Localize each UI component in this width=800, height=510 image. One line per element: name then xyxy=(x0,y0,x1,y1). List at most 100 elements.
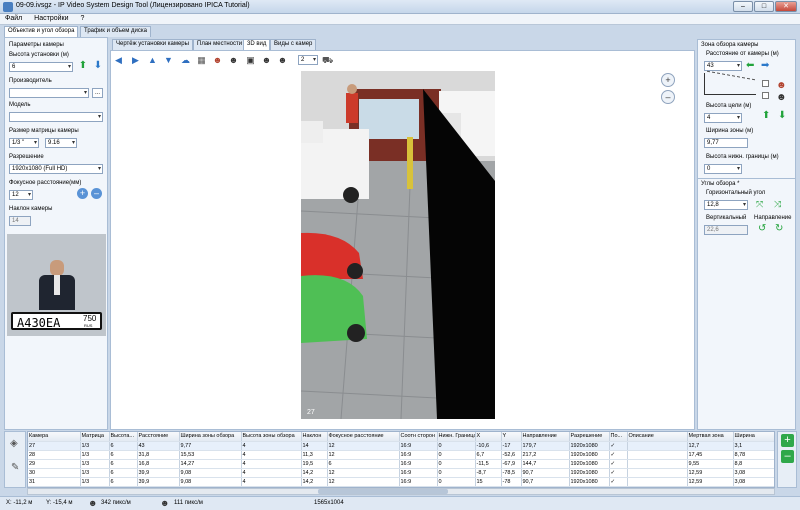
browse-button[interactable]: ... xyxy=(92,88,103,98)
3d-viewport[interactable]: 27 xyxy=(301,71,495,419)
col-x[interactable]: X xyxy=(475,432,502,442)
table-cell[interactable]: 8,8 xyxy=(733,459,774,469)
table-cell[interactable]: 3,08 xyxy=(733,468,774,478)
table-cell[interactable]: 11,3 xyxy=(301,450,328,460)
tab-site-plan[interactable]: План местности xyxy=(193,39,247,50)
zoom-out-icon[interactable]: – xyxy=(661,90,675,104)
table-cell[interactable]: 90,7 xyxy=(521,468,570,478)
table-cell[interactable]: 12,7 xyxy=(687,441,734,451)
tab-traffic[interactable]: Трафик и объем диска xyxy=(80,26,151,37)
table-cell[interactable]: -8,7 xyxy=(475,468,502,478)
arrow-left-icon[interactable]: ⬅ xyxy=(746,60,754,71)
table-cell[interactable]: 6 xyxy=(109,477,138,487)
install-height-select[interactable]: 6 xyxy=(9,62,73,72)
tab-installation-drawing[interactable]: Чертёж установки камеры xyxy=(112,39,193,50)
table-cell[interactable]: 144,7 xyxy=(521,459,570,469)
sensor-select[interactable]: 1/3 " xyxy=(9,138,39,148)
lower-bound-select[interactable]: 0 xyxy=(704,164,742,174)
table-cell[interactable]: 28 xyxy=(28,450,81,460)
table-cell[interactable]: ✓ xyxy=(609,441,628,451)
maximize-button[interactable]: □ xyxy=(754,1,774,12)
horizontal-select[interactable]: 12,8 xyxy=(704,200,748,210)
col-camera[interactable]: Камера xyxy=(28,432,81,442)
table-cell[interactable]: 12 xyxy=(327,450,400,460)
table-cell[interactable]: 1/3 xyxy=(80,450,110,460)
table-cell[interactable]: 16:9 xyxy=(399,450,438,460)
camera-tool-icon[interactable]: ◈ xyxy=(10,438,18,449)
zoom-in-icon[interactable]: + xyxy=(77,188,88,199)
table-cell[interactable]: 16:9 xyxy=(399,459,438,469)
table-cell[interactable] xyxy=(627,441,688,451)
table-cell[interactable]: 17,45 xyxy=(687,450,734,460)
camera-view-icon[interactable]: ▣ xyxy=(245,55,256,66)
table-cell[interactable]: 14,2 xyxy=(301,477,328,487)
table-cell[interactable]: 43 xyxy=(137,441,180,451)
table-cell[interactable]: 31,8 xyxy=(137,450,180,460)
table-cell[interactable]: 6 xyxy=(109,441,138,451)
table-cell[interactable]: 1/3 xyxy=(80,441,110,451)
table-cell[interactable]: 12 xyxy=(327,477,400,487)
table-cell[interactable] xyxy=(627,468,688,478)
table-cell[interactable]: 6 xyxy=(327,459,400,469)
col-width[interactable]: Ширина xyxy=(733,432,774,442)
table-row[interactable]: 27 1/3 6 43 9,77 4 14 12 16:9 0 -10,6 -17 179,7 1920x… xyxy=(28,441,774,451)
arrow-right-icon[interactable]: ➡ xyxy=(761,60,769,71)
table-cell[interactable]: 14 xyxy=(301,441,328,451)
table-cell[interactable]: 1920x1080 xyxy=(569,468,610,478)
table-cell[interactable]: 1/3 xyxy=(80,459,110,469)
table-cell[interactable]: 4 xyxy=(241,459,302,469)
col-focal[interactable]: Фокусное расстояние xyxy=(327,432,400,442)
table-cell[interactable]: -17 xyxy=(501,441,522,451)
zone-width-field[interactable]: 9,77 xyxy=(704,138,748,148)
menu-settings[interactable]: Настройки xyxy=(29,14,73,23)
table-cell[interactable]: 6 xyxy=(109,459,138,469)
zoom-out-icon[interactable]: – xyxy=(91,188,102,199)
table-cell[interactable]: ✓ xyxy=(609,450,628,460)
table-cell[interactable]: -78 xyxy=(501,477,522,487)
table-cell[interactable]: 9,77 xyxy=(179,441,242,451)
scrollbar-thumb[interactable] xyxy=(318,489,448,494)
table-cell[interactable]: 3,08 xyxy=(733,477,774,487)
table-cell[interactable] xyxy=(627,459,688,469)
table-cell[interactable]: 4 xyxy=(241,450,302,460)
horizontal-scrollbar[interactable] xyxy=(27,488,775,495)
table-cell[interactable]: -52,6 xyxy=(501,450,522,460)
arrow-right-icon[interactable]: ▶ xyxy=(130,55,141,66)
tab-camera-views[interactable]: Виды с камер xyxy=(270,39,317,50)
table-cell[interactable]: 12 xyxy=(327,441,400,451)
table-cell[interactable]: 30 xyxy=(28,468,81,478)
table-cell[interactable]: 15 xyxy=(475,477,502,487)
person-icon[interactable]: ☻ xyxy=(212,55,223,66)
table-cell[interactable]: 14,27 xyxy=(179,459,242,469)
table-cell[interactable]: 0 xyxy=(437,450,476,460)
table-cell[interactable]: 29 xyxy=(28,459,81,469)
grid-icon[interactable]: ▦ xyxy=(196,55,207,66)
menu-file[interactable]: Файл xyxy=(0,14,27,23)
table-cell[interactable]: 39,9 xyxy=(137,477,180,487)
table-cell[interactable]: -78,5 xyxy=(501,468,522,478)
table-cell[interactable]: 1920x1080 xyxy=(569,477,610,487)
table-cell[interactable]: 9,55 xyxy=(687,459,734,469)
table-cell[interactable]: 9,08 xyxy=(179,468,242,478)
manufacturer-select[interactable] xyxy=(9,88,89,98)
table-row[interactable]: 30 1/3 6 39,9 9,08 4 14,2 12 16:9 0 -8,7 -78,5 90,7 1… xyxy=(28,468,774,478)
col-resolution[interactable]: Разрешение xyxy=(569,432,610,442)
rotate-right-icon[interactable]: ↻ xyxy=(775,223,783,234)
table-cell[interactable]: 9,08 xyxy=(179,477,242,487)
col-aspect[interactable]: Соотн сторон xyxy=(399,432,438,442)
checkbox-1[interactable] xyxy=(762,80,769,87)
add-row-icon[interactable]: + xyxy=(781,434,794,447)
pen-tool-icon[interactable]: ✎ xyxy=(11,462,19,473)
col-height[interactable]: Высота... xyxy=(109,432,138,442)
table-cell[interactable]: 14,2 xyxy=(301,468,328,478)
col-zone-height[interactable]: Высота зоны обзора xyxy=(241,432,302,442)
expand-h-icon[interactable]: ⤧ xyxy=(756,199,763,210)
table-cell[interactable]: 1920x1080 xyxy=(569,459,610,469)
table-cell[interactable]: 31 xyxy=(28,477,81,487)
table-cell[interactable]: 16:9 xyxy=(399,468,438,478)
table-cell[interactable]: 12 xyxy=(327,468,400,478)
arrow-down-icon[interactable]: ⬇ xyxy=(778,110,786,121)
table-cell[interactable]: 15,53 xyxy=(179,450,242,460)
table-cell[interactable]: 16:9 xyxy=(399,477,438,487)
table-cell[interactable]: 0 xyxy=(437,468,476,478)
